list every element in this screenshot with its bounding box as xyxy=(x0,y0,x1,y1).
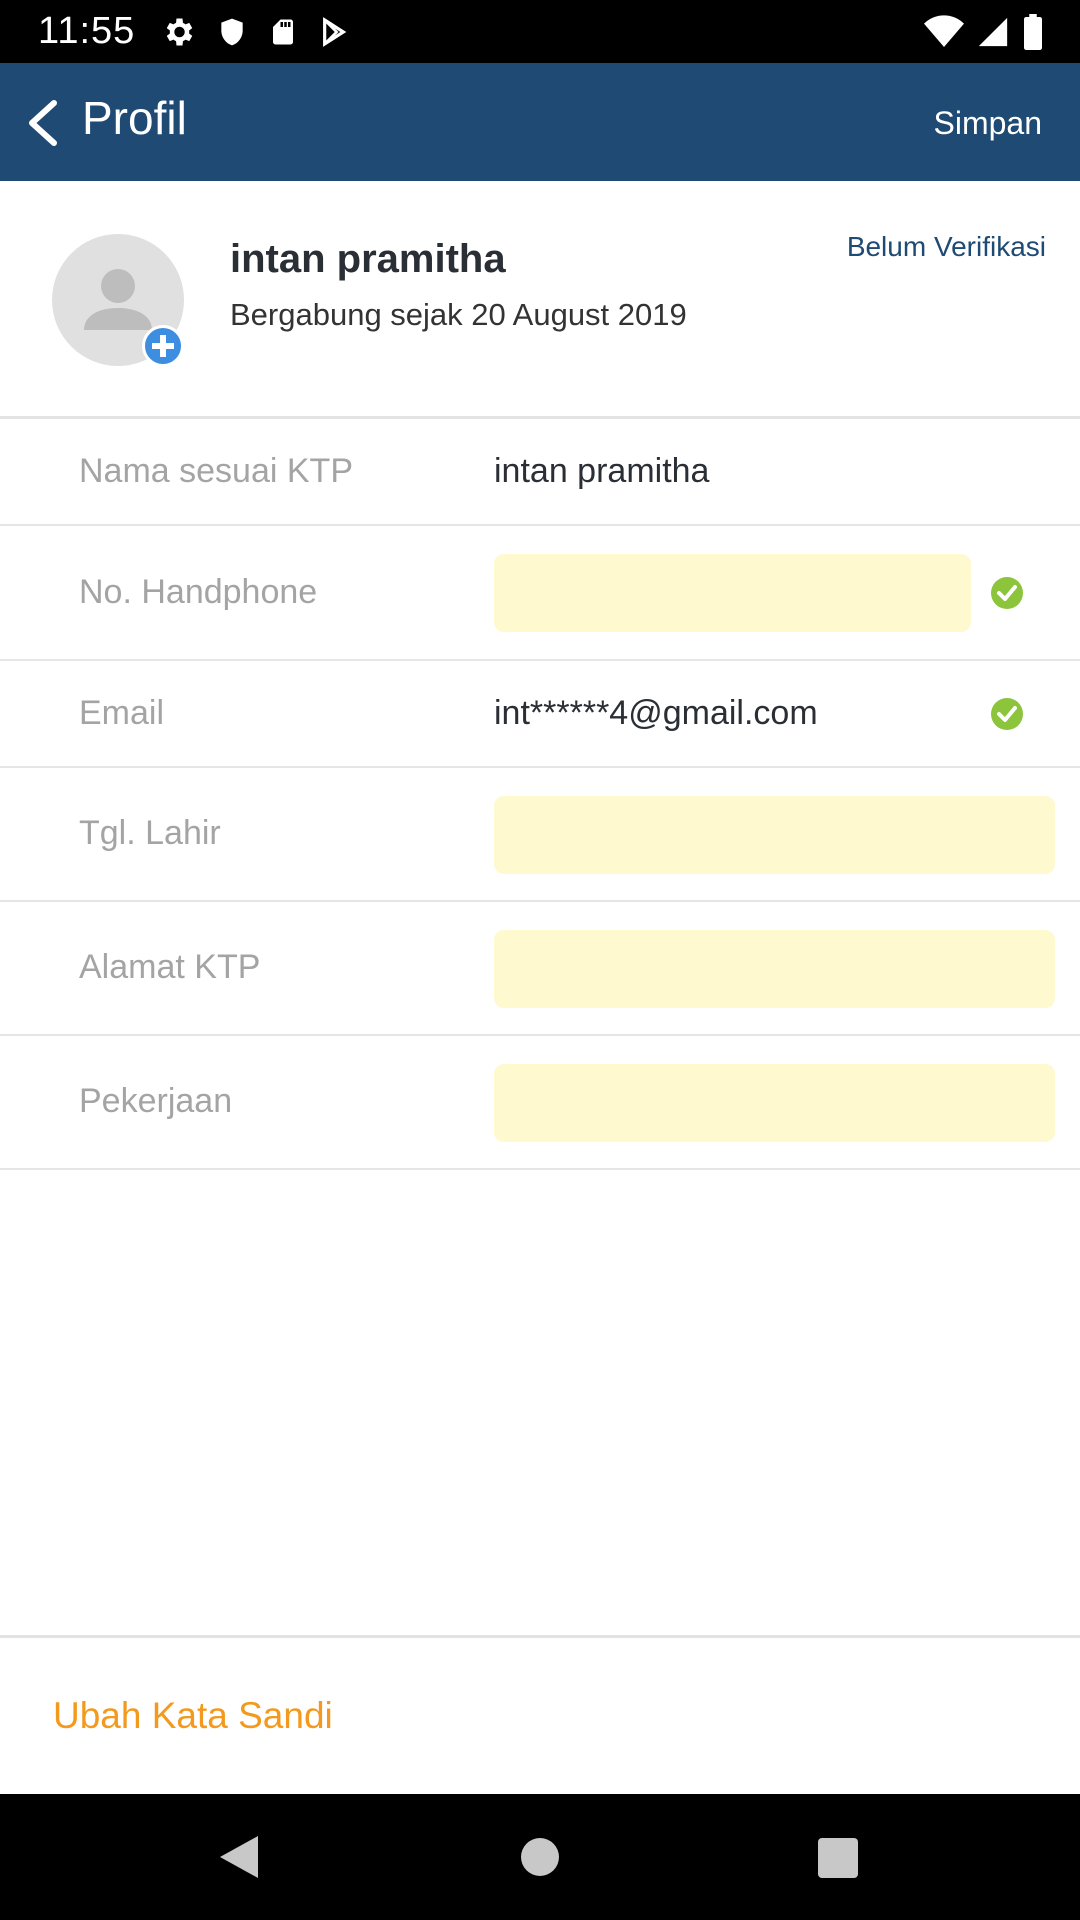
check-circle-icon xyxy=(991,698,1023,730)
shield-icon xyxy=(216,15,248,49)
field-label: Alamat KTP xyxy=(79,948,261,986)
status-bar: 11:55 xyxy=(0,0,1080,63)
field-label: Email xyxy=(79,694,165,732)
check-circle-icon xyxy=(991,577,1023,609)
form-row-occupation: Pekerjaan xyxy=(0,1036,1080,1170)
form-row-name: Nama sesuai KTP intan pramitha xyxy=(0,419,1080,526)
recent-square-icon[interactable] xyxy=(818,1838,858,1878)
gear-icon xyxy=(160,14,196,50)
form-row-email: Email int******4@gmail.com xyxy=(0,661,1080,768)
status-icons-right xyxy=(924,14,1044,50)
field-label: Nama sesuai KTP xyxy=(79,452,353,490)
profile-header: intan pramitha Bergabung sejak 20 August… xyxy=(0,181,1080,419)
chevron-left-icon[interactable] xyxy=(22,97,64,149)
wifi-icon xyxy=(924,15,964,49)
occupation-input[interactable] xyxy=(494,1064,1055,1142)
verification-status-link[interactable]: Belum Verifikasi xyxy=(847,231,1046,263)
plus-circle-icon[interactable] xyxy=(142,325,184,367)
profile-joined-date: Bergabung sejak 20 August 2019 xyxy=(230,297,687,332)
field-label: No. Handphone xyxy=(79,573,318,611)
email-value: int******4@gmail.com xyxy=(494,694,818,732)
home-circle-icon[interactable] xyxy=(521,1838,559,1876)
status-icons-left xyxy=(160,14,350,50)
address-input[interactable] xyxy=(494,930,1055,1008)
birthdate-input[interactable] xyxy=(494,796,1055,874)
field-label: Pekerjaan xyxy=(79,1082,233,1120)
sd-card-icon xyxy=(268,15,298,49)
status-time: 11:55 xyxy=(38,10,136,52)
form-row-phone: No. Handphone xyxy=(0,526,1080,661)
back-triangle-icon[interactable] xyxy=(218,1834,260,1880)
divider xyxy=(0,1635,1080,1638)
change-password-link[interactable]: Ubah Kata Sandi xyxy=(53,1695,333,1737)
form-row-address: Alamat KTP xyxy=(0,902,1080,1036)
system-nav-bar xyxy=(0,1794,1080,1920)
play-store-icon xyxy=(318,15,350,49)
phone-input[interactable] xyxy=(494,554,971,632)
page-title: Profil xyxy=(82,92,187,144)
save-button[interactable]: Simpan xyxy=(934,105,1043,142)
form-row-birthdate: Tgl. Lahir xyxy=(0,768,1080,902)
profile-name: intan pramitha xyxy=(230,237,506,281)
signal-icon xyxy=(976,15,1010,49)
battery-icon xyxy=(1022,14,1044,50)
field-label: Tgl. Lahir xyxy=(79,814,221,852)
app-bar: Profil Simpan xyxy=(0,63,1080,181)
name-value: intan pramitha xyxy=(494,452,710,490)
